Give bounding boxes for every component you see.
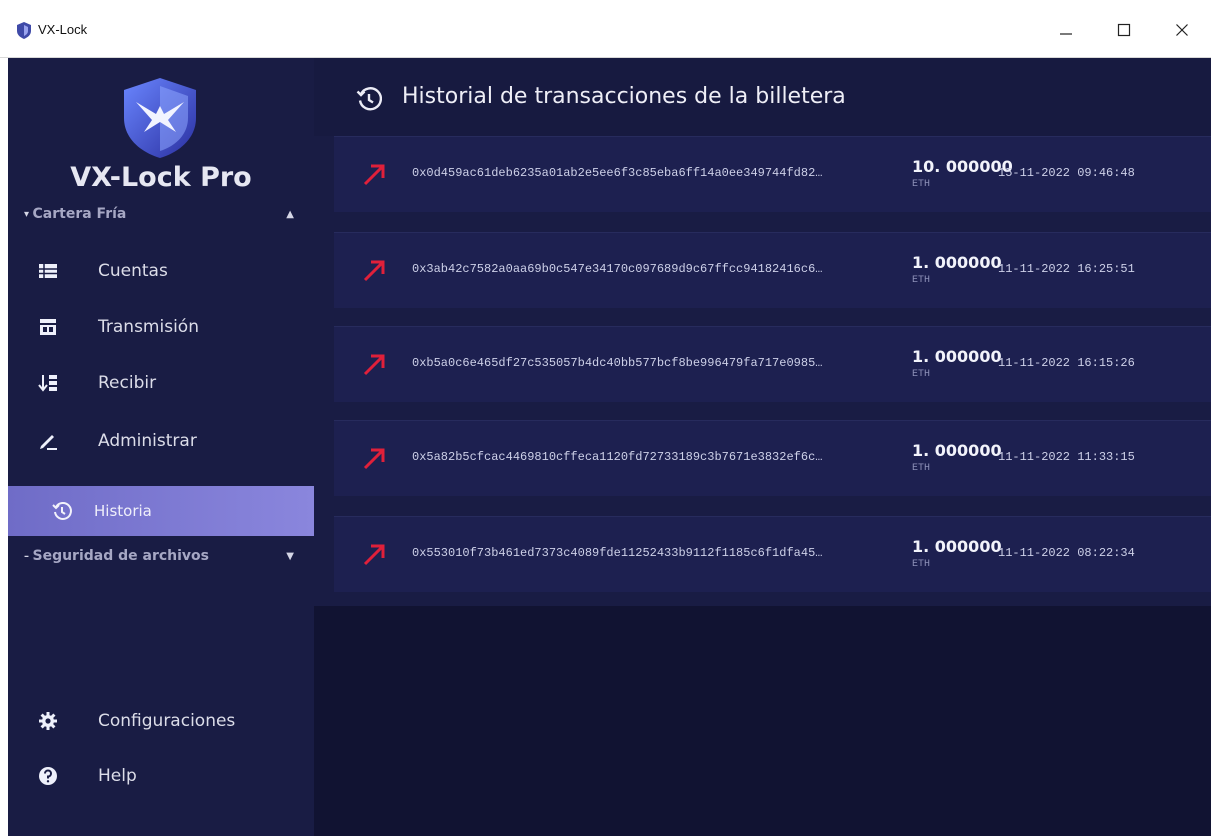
sidebar: VX-Lock Pro ▾ Cartera Fría ▲ Cuentas Tra…	[8, 58, 314, 836]
edit-icon	[40, 435, 57, 450]
close-icon	[1176, 24, 1188, 36]
app-shield-icon	[17, 22, 31, 39]
minimize-button[interactable]	[1046, 14, 1086, 46]
cold-wallet-group-label: Cartera Fría	[32, 206, 127, 222]
help-icon	[39, 767, 57, 785]
transaction-unit: ETH	[912, 559, 931, 570]
window-titlebar: VX-Lock	[0, 0, 1211, 58]
transaction-unit: ETH	[912, 275, 931, 286]
sent-arrow-icon	[363, 260, 385, 282]
sent-arrow-icon	[363, 354, 385, 376]
chevron-down-icon: ▼	[286, 550, 294, 562]
transaction-list: 0x0d459ac61deb6235a01ab2e5ee6f3c85eba6ff…	[314, 136, 1211, 606]
transaction-datetime: 15-11-2022 09:46:48	[998, 166, 1135, 180]
page-header: Historial de transacciones de la billete…	[314, 58, 1211, 136]
transaction-row[interactable]: 0x3ab42c7582a0aa69b0c547e34170c097689d9c…	[334, 232, 1211, 308]
sidebar-item-configuraciones[interactable]: Configuraciones	[8, 696, 314, 746]
sidebar-item-recibir[interactable]: Recibir	[8, 358, 314, 408]
accounts-icon	[39, 264, 57, 278]
transaction-hash: 0x5a82b5cfcac4469810cffeca1120fd72733189…	[412, 450, 823, 464]
maximize-button[interactable]	[1104, 14, 1144, 46]
sidebar-item-historia[interactable]: Historia	[8, 486, 314, 536]
sidebar-item-administrar[interactable]: Administrar	[8, 416, 314, 466]
sent-arrow-icon	[363, 164, 385, 186]
transaction-amount: 1. 000000	[912, 253, 1002, 272]
transaction-row[interactable]: 0x0d459ac61deb6235a01ab2e5ee6f3c85eba6ff…	[334, 136, 1211, 212]
transaction-unit: ETH	[912, 369, 931, 380]
transaction-datetime: 11-11-2022 16:15:26	[998, 356, 1135, 370]
transaction-datetime: 11-11-2022 08:22:34	[998, 546, 1135, 560]
bullet-icon: –	[24, 550, 33, 562]
sent-arrow-icon	[363, 544, 385, 566]
history-icon	[356, 87, 382, 111]
sent-arrow-icon	[363, 448, 385, 470]
transaction-amount: 1. 000000	[912, 347, 1002, 366]
sidebar-item-label: Help	[98, 766, 137, 786]
brand-name: VX-Lock Pro	[70, 162, 252, 193]
main-panel: Historial de transacciones de la billete…	[314, 58, 1211, 836]
sidebar-item-transmision[interactable]: Transmisión	[8, 302, 314, 352]
transaction-hash: 0xb5a0c6e465df27c535057b4dc40bb577bcf8be…	[412, 356, 823, 370]
chevron-up-icon: ▲	[286, 208, 294, 220]
transaction-amount: 1. 000000	[912, 537, 1002, 556]
sidebar-item-help[interactable]: Help	[8, 751, 314, 801]
transaction-datetime: 11-11-2022 11:33:15	[998, 450, 1135, 464]
sidebar-item-label: Configuraciones	[98, 711, 236, 731]
history-icon	[52, 502, 72, 520]
page-title: Historial de transacciones de la billete…	[402, 84, 846, 109]
bullet-icon: ▾	[24, 208, 33, 220]
gear-icon	[39, 712, 57, 730]
window-title: VX-Lock	[38, 22, 88, 37]
transaction-hash: 0x3ab42c7582a0aa69b0c547e34170c097689d9c…	[412, 262, 823, 276]
transaction-datetime: 11-11-2022 16:25:51	[998, 262, 1135, 276]
transaction-hash: 0x0d459ac61deb6235a01ab2e5ee6f3c85eba6ff…	[412, 166, 823, 180]
brand-logo-icon	[124, 78, 196, 158]
transaction-row[interactable]: 0x553010f73b461ed7373c4089fde11252433b91…	[334, 516, 1211, 592]
transaction-unit: ETH	[912, 179, 931, 190]
transaction-unit: ETH	[912, 463, 931, 474]
transaction-row[interactable]: 0x5a82b5cfcac4469810cffeca1120fd72733189…	[334, 420, 1211, 496]
sidebar-item-cuentas[interactable]: Cuentas	[8, 246, 314, 296]
minimize-icon	[1060, 33, 1072, 35]
file-security-group-label: Seguridad de archivos	[32, 548, 210, 564]
sidebar-item-label: Recibir	[98, 373, 157, 393]
receive-icon	[38, 375, 57, 392]
maximize-icon	[1117, 23, 1131, 37]
file-security-group-toggle[interactable]: – Seguridad de archivos ▼	[24, 548, 294, 564]
transmit-icon	[40, 319, 56, 335]
transaction-row[interactable]: 0xb5a0c6e465df27c535057b4dc40bb577bcf8be…	[334, 326, 1211, 402]
transaction-hash: 0x553010f73b461ed7373c4089fde11252433b91…	[412, 546, 823, 560]
sidebar-item-label: Administrar	[98, 431, 197, 451]
cold-wallet-group-toggle[interactable]: ▾ Cartera Fría ▲	[24, 206, 294, 222]
sidebar-item-label: Cuentas	[98, 261, 168, 281]
close-button[interactable]	[1162, 14, 1202, 46]
sidebar-item-label: Historia	[94, 502, 152, 520]
sidebar-item-label: Transmisión	[98, 317, 199, 337]
transaction-amount: 1. 000000	[912, 441, 1002, 460]
